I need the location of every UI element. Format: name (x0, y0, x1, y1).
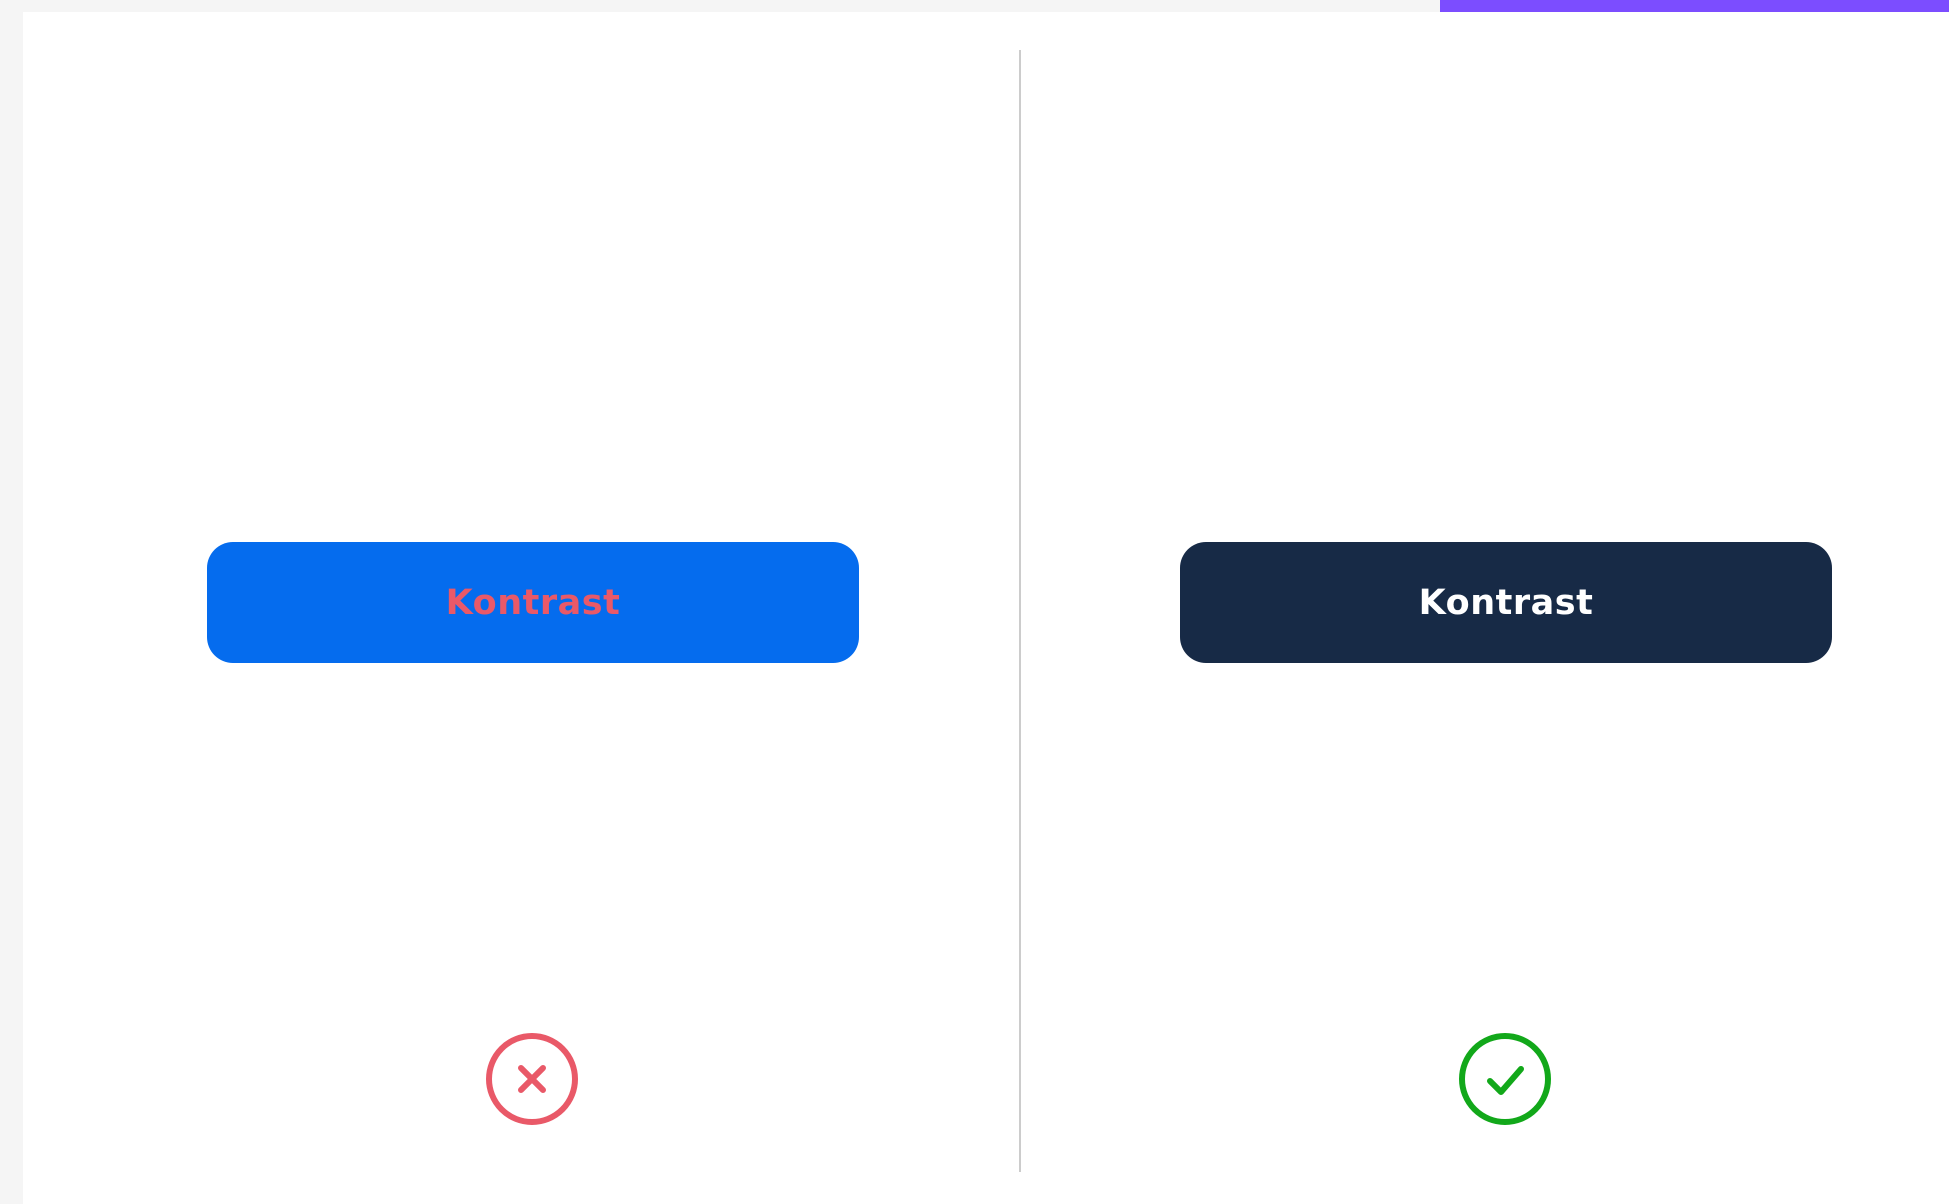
high-contrast-button[interactable]: Kontrast (1180, 542, 1832, 663)
x-circle-icon (486, 1033, 578, 1125)
check-circle-icon (1459, 1033, 1551, 1125)
low-contrast-button[interactable]: Kontrast (207, 542, 859, 663)
center-divider (1019, 50, 1021, 1172)
comparison-panel: Kontrast Kontrast (23, 12, 1949, 1204)
accent-bar (1440, 0, 1949, 12)
